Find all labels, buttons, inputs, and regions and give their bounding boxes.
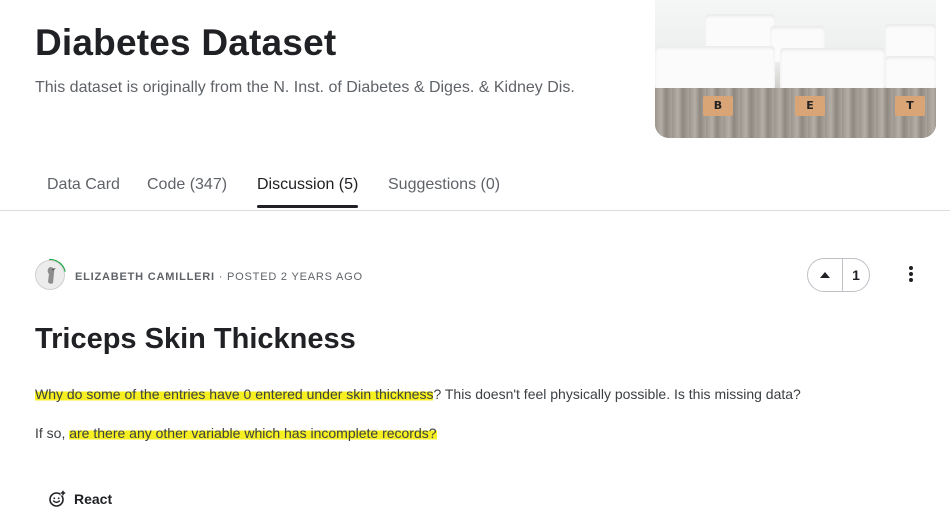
letter-tile: E: [795, 96, 825, 116]
post-meta: ELIZABETH CAMILLERI · POSTED 2 YEARS AGO: [75, 271, 363, 283]
vote-count: 1: [852, 267, 860, 283]
author-name[interactable]: ELIZABETH CAMILLERI: [75, 271, 215, 283]
author-avatar[interactable]: [35, 260, 65, 290]
paragraph-text: ? This doesn't feel physically possible.…: [433, 386, 801, 402]
react-label: React: [74, 491, 113, 507]
tab-code[interactable]: Code (347): [147, 176, 227, 206]
letter-tile: T: [895, 96, 925, 116]
dataset-subtitle: This dataset is originally from the N. I…: [35, 79, 575, 96]
post-paragraph-1: Why do some of the entries have 0 entere…: [35, 386, 801, 402]
more-vert-icon: [901, 266, 921, 282]
tab-discussion[interactable]: Discussion (5): [257, 176, 359, 208]
dataset-title: Diabetes Dataset: [35, 22, 337, 63]
add-reaction-icon: [49, 490, 66, 507]
tab-data-card[interactable]: Data Card: [47, 176, 120, 206]
dataset-cover-image: B E T: [655, 0, 936, 138]
dataset-tabs: Data Card Code (347) Discussion (5) Sugg…: [0, 164, 950, 211]
meta-separator: ·: [218, 271, 224, 283]
caret-up-icon: [820, 272, 830, 278]
upvote-button[interactable]: [808, 259, 843, 291]
upvote-control: 1: [807, 258, 870, 292]
highlighted-text: Why do some of the entries have 0 entere…: [35, 386, 434, 402]
highlighted-text: are there any other variable which has i…: [69, 425, 437, 441]
bird-icon: [47, 267, 56, 284]
paragraph-text: If so,: [35, 425, 70, 441]
tab-suggestions[interactable]: Suggestions (0): [388, 176, 500, 206]
post-paragraph-2: If so, are there any other variable whic…: [35, 425, 437, 441]
more-options-button[interactable]: [901, 264, 921, 286]
react-button[interactable]: React: [48, 490, 112, 508]
letter-tile: B: [703, 96, 733, 116]
posted-time: POSTED 2 YEARS AGO: [227, 271, 363, 283]
post-title: Triceps Skin Thickness: [35, 323, 356, 355]
